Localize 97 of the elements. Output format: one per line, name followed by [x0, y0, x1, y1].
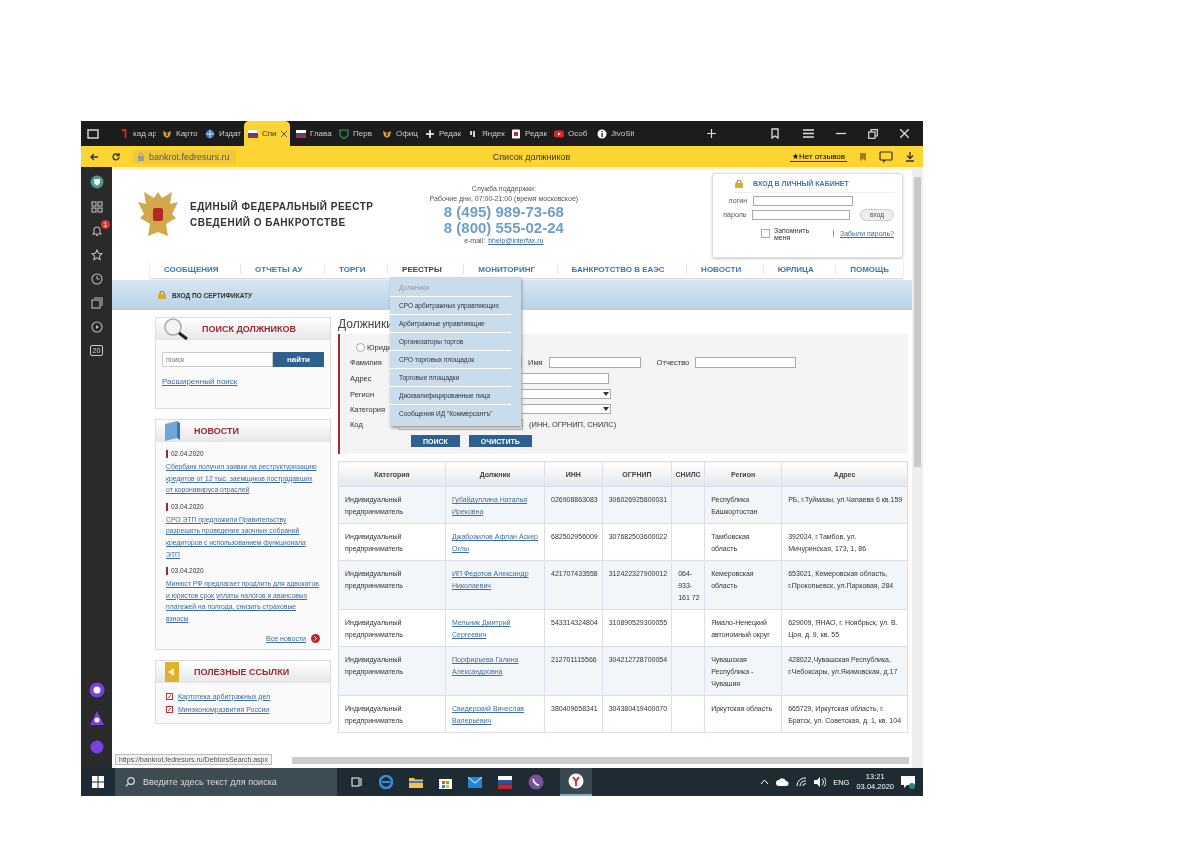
document-icon: [511, 128, 521, 139]
browser-tab[interactable]: Глава: [292, 121, 333, 146]
lock-icon: [137, 152, 145, 161]
sidebar-toggle-icon[interactable]: [87, 128, 99, 139]
browser-tab[interactable]: Перв: [335, 121, 376, 146]
nav-tab[interactable]: ТОРГИ: [324, 264, 380, 274]
browser-tab[interactable]: Редак: [507, 121, 548, 146]
panel-title: ПОИСК ДОЛЖНИКОВ: [202, 324, 297, 334]
assistant-icon[interactable]: [88, 682, 105, 698]
phone-number: 8 (495) 989-73-68: [443, 204, 564, 220]
horizontal-scrollbar[interactable]: [292, 757, 909, 764]
bell-icon[interactable]: [90, 225, 103, 237]
caret-icon: [602, 406, 610, 412]
globe-icon: [205, 128, 215, 139]
nav-tab[interactable]: РЕЕСТРЫ: [387, 264, 456, 274]
browser-tab[interactable]: кад ар: [115, 121, 156, 146]
lock-icon: [735, 179, 743, 188]
address-field[interactable]: bankrot.fedresurs.ru: [133, 149, 236, 164]
nav-tab[interactable]: ПОМОЩЬ: [835, 264, 903, 274]
cloud-icon[interactable]: [776, 778, 790, 786]
password-field[interactable]: [752, 209, 851, 220]
browser-tab[interactable]: Особ: [550, 121, 591, 146]
login-field[interactable]: [753, 195, 853, 206]
letter-icon: [119, 128, 129, 139]
lock-icon: [158, 291, 166, 299]
folder-icon[interactable]: [409, 776, 423, 788]
name-field[interactable]: [548, 357, 641, 368]
nav-tab[interactable]: ОТЧЕТЫ АУ: [240, 264, 317, 274]
notification-badge: 1: [101, 220, 110, 229]
nav-tab[interactable]: НОВОСТИ: [686, 264, 756, 274]
reload-icon[interactable]: [111, 151, 121, 162]
panel-title: НОВОСТИ: [194, 426, 240, 436]
notification-icon[interactable]: [901, 775, 915, 789]
grid-icon[interactable]: [90, 201, 103, 213]
browser-tab[interactable]: Яндек: [464, 121, 505, 146]
viber-icon[interactable]: [528, 774, 544, 790]
browser-tab[interactable]: Издат: [201, 121, 242, 146]
search-icon: [125, 777, 135, 787]
nav-tab[interactable]: БАНКРОТСТВО В ЕАЭС: [556, 264, 679, 274]
nav-tab[interactable]: ЮРЛИЦА: [762, 264, 828, 274]
back-icon[interactable]: [89, 151, 99, 162]
info-icon: [597, 128, 607, 139]
link-icon: [166, 705, 173, 713]
task-view-icon[interactable]: [351, 776, 363, 788]
find-button[interactable]: найти: [273, 352, 324, 367]
registry-title: СВЕДЕНИЙ О БАНКРОТСТВЕ: [190, 215, 347, 230]
bookmark-icon[interactable]: [859, 151, 867, 162]
shield-icon: [339, 128, 349, 139]
mail-icon[interactable]: [468, 776, 482, 788]
play-icon[interactable]: [90, 321, 103, 333]
shield-icon[interactable]: [89, 175, 104, 189]
bookmarks-icon[interactable]: [770, 128, 781, 139]
taskbar-search-field[interactable]: Введите здесь текст для поиска: [115, 768, 337, 796]
play-icon: [554, 128, 564, 139]
restore-icon[interactable]: [868, 128, 878, 139]
emblem-icon: [162, 128, 172, 139]
browser-tab[interactable]: Спи: [244, 121, 290, 146]
flag-icon: [296, 128, 306, 139]
link-icon: [166, 692, 173, 700]
browser-icon[interactable]: [568, 773, 584, 789]
caret-icon: [602, 391, 610, 397]
patronymic-field[interactable]: [695, 357, 797, 368]
phone-number: 8 (800) 555-02-24: [443, 220, 564, 236]
caret-up-icon[interactable]: [760, 779, 770, 785]
panel-title: ПОЛЕЗНЫЕ ССЫЛКИ: [194, 666, 290, 677]
notebook-icon: [162, 660, 182, 683]
vertical-scrollbar[interactable]: [912, 167, 923, 768]
edge-icon[interactable]: [379, 775, 393, 789]
entity-radio[interactable]: [356, 343, 365, 352]
book-icon: [162, 420, 182, 442]
speaker-icon[interactable]: [814, 777, 827, 787]
flag-icon[interactable]: [498, 775, 512, 789]
browser-tab[interactable]: Офиц: [378, 121, 419, 146]
star-icon[interactable]: [90, 249, 103, 261]
remember-checkbox[interactable]: [761, 229, 770, 238]
registry-title: ЕДИНЫЙ ФЕДЕРАЛЬНЫЙ РЕЕСТР: [190, 199, 374, 214]
browser-tab[interactable]: Редак: [421, 121, 462, 146]
browser-tab[interactable]: Карто: [158, 121, 199, 146]
history-icon[interactable]: [90, 273, 103, 285]
nav-tab[interactable]: МОНИТОРИНГ: [463, 264, 549, 274]
chat-icon[interactable]: [879, 150, 893, 163]
plus-icon: [425, 128, 435, 139]
advanced-search-link[interactable]: Расширенный поиск: [162, 377, 238, 386]
page-title: Список должников: [491, 151, 572, 162]
emblem-icon: [382, 128, 392, 139]
collections-icon[interactable]: [90, 297, 103, 309]
nav-tab[interactable]: СООБЩЕНИЯ: [150, 264, 233, 274]
flag-icon: [248, 128, 258, 139]
reviews-button[interactable]: ★Нет отзывов: [789, 151, 847, 162]
menu-icon[interactable]: [803, 129, 814, 138]
download-icon[interactable]: [905, 151, 915, 162]
assistant-icon[interactable]: [88, 710, 105, 726]
browser-tab[interactable]: JivoSit: [593, 121, 634, 146]
arrow-icon[interactable]: [311, 633, 320, 643]
wifi-icon[interactable]: [796, 777, 808, 787]
windows-icon[interactable]: [92, 776, 104, 788]
new-tab-icon[interactable]: [707, 129, 716, 138]
